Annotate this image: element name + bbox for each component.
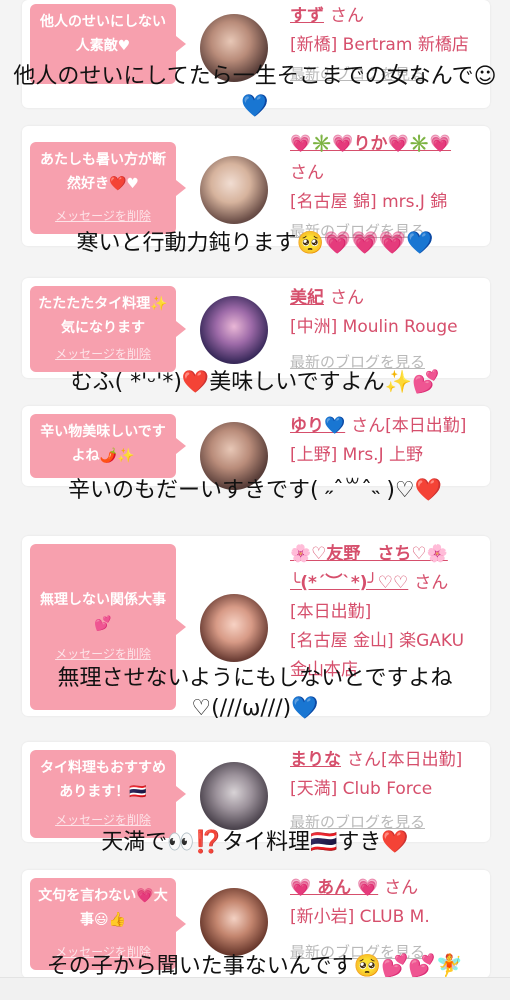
profile-name-link[interactable]: ゆり💙 <box>290 416 345 436</box>
message-card: たたたたタイ料理✨気になります メッセージを削除 美紀 さん [中洲] Mouli… <box>22 278 490 378</box>
profile-name-link[interactable]: 美紀 <box>290 288 324 308</box>
message-text: あたしも暑い方が断然好き❤️♥ <box>40 152 166 192</box>
honorific: さん <box>330 288 364 308</box>
message-text: たたたたタイ料理✨気になります <box>38 296 168 336</box>
message-card: タイ料理もおすすめあります！🇹🇭 メッセージを削除 まりな さん[本日出勤] [天… <box>22 742 490 842</box>
message-bubble: たたたたタイ料理✨気になります メッセージを削除 <box>30 286 186 372</box>
honorific: さん[本日出勤] <box>347 750 463 770</box>
message-bubble: 辛い物美味しいですよね🌶️✨ <box>30 414 186 478</box>
caption: 寒いと行動力鈍ります🥺💗💗💗💙 <box>76 231 434 256</box>
shop-name: [天満] Club Force <box>290 779 433 799</box>
message-text: 辛い物美味しいですよね🌶️✨ <box>40 424 166 464</box>
caption: 他人のせいにしてたら一生そこまでの女なんで☺💙 <box>0 62 510 122</box>
avatar[interactable] <box>200 762 268 830</box>
honorific: さん <box>384 878 419 898</box>
caption-line: ♡(///ω///)💙 <box>191 696 319 721</box>
profile-info: ゆり💙 さん[本日出勤] [上野] Mrs.J 上野 <box>290 412 482 470</box>
profile-name-decoration[interactable]: ╰(*´︶`*)╯♡♡ <box>290 573 408 593</box>
honorific: さん <box>414 573 449 593</box>
message-text: 無理しない関係大事💕 <box>40 592 166 632</box>
delete-message-link[interactable]: メッセージを削除 <box>30 642 176 666</box>
profile-name-link[interactable]: 💗✳️💗りか💗✳️💗 <box>290 134 451 154</box>
caption: 辛いのもだーいすきです( ˶ˆ꒳ˆ˵ )♡❤️ <box>67 478 443 503</box>
message-card: 辛い物美味しいですよね🌶️✨ ゆり💙 さん[本日出勤] [上野] Mrs.J 上野 <box>22 406 490 490</box>
honorific: さん <box>330 6 364 26</box>
avatar[interactable] <box>200 594 268 662</box>
profile-info: 美紀 さん [中洲] Moulin Rouge 最新のブログを見る <box>290 284 482 377</box>
honorific: さん <box>290 163 324 183</box>
caption-line: 無理させないようにもしないとですよね <box>57 666 453 691</box>
message-card: あたしも暑い方が断然好き❤️♥ メッセージを削除 💗✳️💗りか💗✳️💗 さん [… <box>22 126 490 246</box>
shop-name: [上野] Mrs.J 上野 <box>290 445 424 465</box>
avatar[interactable] <box>200 296 268 364</box>
profile-name-link[interactable]: 🌸♡友野 さち♡🌸 <box>290 544 448 564</box>
honorific: さん[本日出勤] <box>351 416 467 436</box>
bottom-bar <box>0 977 510 1000</box>
message-text: 文句を言わない💗大事😃👍 <box>38 888 168 928</box>
caption: 天満で👀⁉️タイ料理🇹🇭すき❤️ <box>101 830 409 855</box>
shop-name: [中洲] Moulin Rouge <box>290 317 458 337</box>
shop-name: [名古屋 錦] mrs.J 錦 <box>290 192 448 212</box>
avatar[interactable] <box>200 888 268 956</box>
message-bubble: タイ料理もおすすめあります！🇹🇭 メッセージを削除 <box>30 750 186 838</box>
message-bubble: あたしも暑い方が断然好き❤️♥ メッセージを削除 <box>30 142 186 234</box>
profile-name-link[interactable]: 💗 あん 💗 <box>290 878 378 898</box>
message-text: タイ料理もおすすめあります！🇹🇭 <box>40 760 166 800</box>
profile-name-link[interactable]: まりな <box>290 750 341 770</box>
caption: 無理させないようにもしないとですよね ♡(///ω///)💙 <box>0 664 510 724</box>
caption-line: 他人のせいにしてたら一生そこまでの女なんで☺💙 <box>13 64 497 119</box>
attendance-status: [本日出勤] <box>290 602 372 622</box>
shop-name: [新小岩] CLUB M. <box>290 907 430 927</box>
delete-message-link[interactable]: メッセージを削除 <box>30 204 176 228</box>
avatar[interactable] <box>200 156 268 224</box>
caption: むふ( *'ᵕ'*)❤️美味しいですよん✨💕 <box>70 370 440 395</box>
message-text: 他人のせいにしない人素敵♥ <box>40 14 166 54</box>
shop-name: [新橋] Bertram 新橋店 <box>290 35 469 55</box>
profile-info: まりな さん[本日出勤] [天満] Club Force 最新のブログを見る <box>290 746 482 837</box>
profile-name-link[interactable]: すず <box>290 6 324 26</box>
delete-message-link[interactable]: メッセージを削除 <box>30 342 176 366</box>
